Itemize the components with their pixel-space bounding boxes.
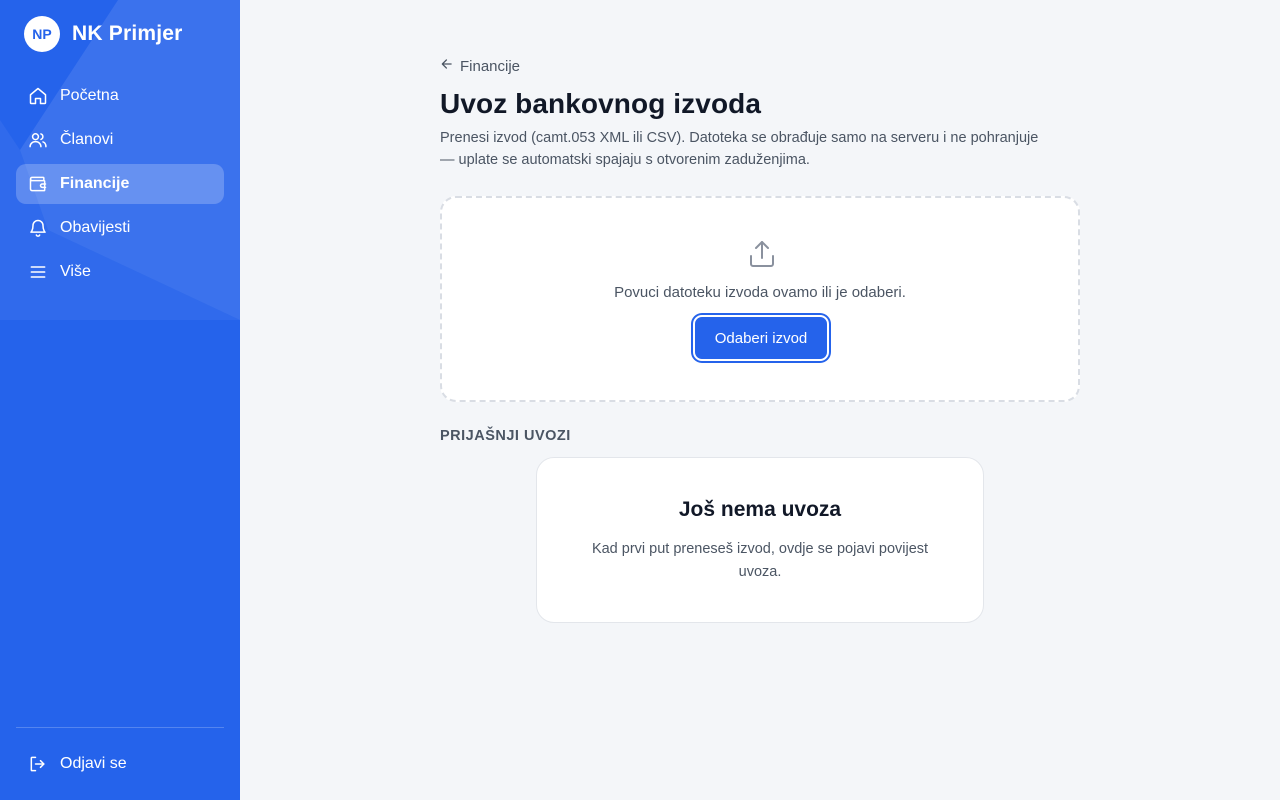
brand[interactable]: NP NK Primjer [24, 16, 183, 52]
page-title: Uvoz bankovnog izvoda [440, 88, 762, 119]
empty-state-title: Još nema uvoza [678, 498, 842, 521]
empty-state-description: Kad prvi put preneseš izvod, ovdje se po… [591, 541, 929, 580]
sidebar-item-financije[interactable]: Financije [16, 164, 224, 204]
choose-statement-button[interactable]: Odaberi izvod [693, 315, 829, 361]
sidebar-item-pocetna[interactable]: Početna [16, 76, 224, 116]
menu-icon [28, 262, 48, 282]
bell-icon [28, 218, 48, 238]
back-link-label: Financije [460, 57, 521, 75]
sidebar-item-vise[interactable]: Više [16, 252, 224, 292]
users-icon [28, 130, 48, 150]
logout-button[interactable]: Odjavi se [16, 744, 224, 784]
sidebar-item-clanovi[interactable]: Članovi [16, 120, 224, 160]
back-link[interactable]: Financije [440, 57, 520, 75]
sidebar-item-label: Članovi [60, 131, 114, 148]
wallet-icon [28, 174, 48, 194]
brand-name: NK Primjer [72, 22, 183, 45]
sidebar-divider [16, 727, 224, 728]
page-description: Prenesi izvod (camt.053 XML ili CSV). Da… [440, 130, 1039, 168]
sidebar-item-label: Financije [60, 175, 130, 192]
sidebar-item-obavijesti[interactable]: Obavijesti [16, 208, 224, 248]
brand-logo: NP [24, 16, 60, 52]
sidebar-item-label: Obavijesti [60, 219, 131, 236]
upload-icon [746, 238, 778, 270]
logout-icon [28, 754, 48, 774]
sidebar: NP NK Primjer Početna Članovi Financije [0, 0, 240, 800]
empty-state-card: Još nema uvoza Kad prvi put preneseš izv… [536, 457, 984, 623]
sidebar-item-label: Početna [60, 87, 119, 104]
previous-imports-heading: PRIJAŠNJI UVOZI [440, 428, 571, 444]
arrow-left-icon [440, 57, 454, 75]
sidebar-nav: Početna Članovi Financije Obavijesti Viš… [16, 76, 224, 296]
logout-section: Odjavi se [16, 744, 224, 788]
logout-label: Odjavi se [60, 755, 127, 772]
sidebar-item-label: Više [60, 263, 91, 280]
dropzone-text: Povuci datoteku izvoda ovamo ili je odab… [614, 284, 906, 301]
home-icon [28, 86, 48, 106]
file-dropzone[interactable]: Povuci datoteku izvoda ovamo ili je odab… [440, 196, 1080, 402]
